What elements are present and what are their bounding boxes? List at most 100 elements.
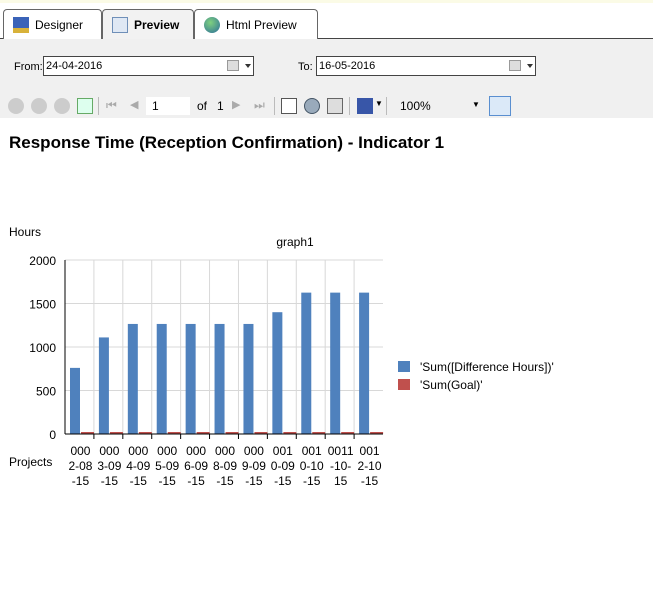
email-icon[interactable] [489,96,511,116]
x-tick-label: 000 [244,444,264,458]
x-tick-label: -15 [216,474,234,488]
divider [98,97,99,115]
x-tick-label: -15 [159,474,177,488]
x-tick-label: 000 [186,444,206,458]
x-tick-label: -15 [274,474,292,488]
tab-label: Preview [134,18,180,32]
report-title: Response Time (Reception Confirmation) -… [9,133,445,152]
designer-icon [13,16,29,33]
x-tick-label: -15 [245,474,263,488]
globe-icon [204,16,220,33]
x-tick-label: 0011 [328,444,354,458]
top-strip [0,0,653,3]
previous-page-icon[interactable]: ◀ [130,98,146,114]
x-tick-label: 15 [334,474,348,488]
x-tick-label: -15 [361,474,379,488]
print-layout-icon[interactable] [304,98,320,114]
x-tick-label: 001 [302,444,322,458]
x-tick-label: 001 [360,444,380,458]
legend-swatch [398,379,410,390]
chart: Hoursgraph1Projects05001000150020000002-… [9,225,554,488]
bar-difference-hours [127,323,138,434]
legend-label: 'Sum(Goal)' [420,378,483,392]
x-tick-label: -15 [130,474,148,488]
x-tick-label: 9-09 [242,459,266,473]
y-tick-label: 500 [36,385,56,399]
x-tick-label: 000 [70,444,90,458]
x-tick-label: 2-10 [358,459,382,473]
y-axis-title: Hours [9,225,41,239]
zoom-select[interactable]: 100% [400,99,431,113]
preview-icon [112,17,128,33]
bar-difference-hours [214,323,225,434]
x-tick-label: 5-09 [155,459,179,473]
calendar-icon[interactable] [227,60,239,71]
tab-html-preview[interactable]: Html Preview [194,9,318,39]
zoom-dropdown-icon[interactable]: ▼ [472,100,480,109]
from-date-picker[interactable]: 24-04-2016 [43,56,254,76]
bar-difference-hours [330,292,341,434]
to-date-picker[interactable]: 16-05-2016 [316,56,536,76]
last-page-icon[interactable]: ⏭ [254,98,270,114]
x-tick-label: 8-09 [213,459,237,473]
total-pages: 1 [217,99,224,113]
refresh-icon[interactable] [77,98,93,114]
print-icon[interactable] [327,98,343,114]
x-tick-label: 000 [99,444,119,458]
calendar-icon[interactable] [509,60,521,71]
tab-preview[interactable]: Preview [102,9,194,40]
x-tick-label: 0-10 [300,459,324,473]
x-axis-title: Projects [9,455,52,469]
report-toolbar: ⏮ ◀ 1 of 1 ▶ ⏭ ▼ 100% ▼ [0,94,653,118]
divider [386,97,387,115]
bar-difference-hours [272,312,283,434]
x-tick-label: 0-09 [271,459,295,473]
page-input[interactable]: 1 [146,97,190,115]
bar-difference-hours [185,323,196,434]
save-icon[interactable] [357,98,373,114]
bar-difference-hours [243,323,254,434]
parameters-panel: From: 24-04-2016 To: 16-05-2016 [0,39,653,94]
divider [349,97,350,115]
x-tick-label: 6-09 [184,459,208,473]
x-tick-label: 2-08 [68,459,92,473]
chevron-down-icon[interactable] [527,64,533,68]
x-tick-label: -15 [72,474,90,488]
x-tick-label: 000 [215,444,235,458]
y-tick-label: 1000 [29,341,56,355]
chevron-down-icon[interactable] [245,64,251,68]
y-tick-label: 1500 [29,298,56,312]
to-value: 16-05-2016 [319,60,376,72]
tab-bar: Designer Preview Html Preview [0,8,653,40]
tab-label: Html Preview [226,17,297,32]
first-page-icon[interactable]: ⏮ [106,98,122,114]
export-dropdown-icon[interactable]: ▼ [375,99,383,108]
stop-icon[interactable] [54,98,70,114]
legend-label: 'Sum([Difference Hours])' [420,360,554,374]
forward-icon[interactable] [31,98,47,114]
bar-difference-hours [359,292,370,434]
bar-difference-hours [156,323,167,434]
document-map-icon[interactable] [281,98,297,114]
back-icon[interactable] [8,98,24,114]
x-tick-label: -15 [187,474,205,488]
x-tick-label: 3-09 [97,459,121,473]
y-tick-label: 0 [49,428,56,442]
y-tick-label: 2000 [29,254,56,268]
legend-swatch [398,361,410,372]
x-tick-label: 000 [157,444,177,458]
of-label: of [197,99,208,113]
x-tick-label: 000 [128,444,148,458]
divider [274,97,275,115]
bar-difference-hours [98,337,109,434]
x-tick-label: -15 [101,474,119,488]
to-label: To: [298,61,313,73]
tab-designer[interactable]: Designer [3,9,102,39]
next-page-icon[interactable]: ▶ [232,98,248,114]
x-tick-label: -15 [303,474,321,488]
from-value: 24-04-2016 [46,60,103,72]
x-tick-label: -10- [330,459,351,473]
from-label: From: [14,61,43,73]
x-tick-label: 001 [273,444,293,458]
tab-label: Designer [35,17,84,32]
